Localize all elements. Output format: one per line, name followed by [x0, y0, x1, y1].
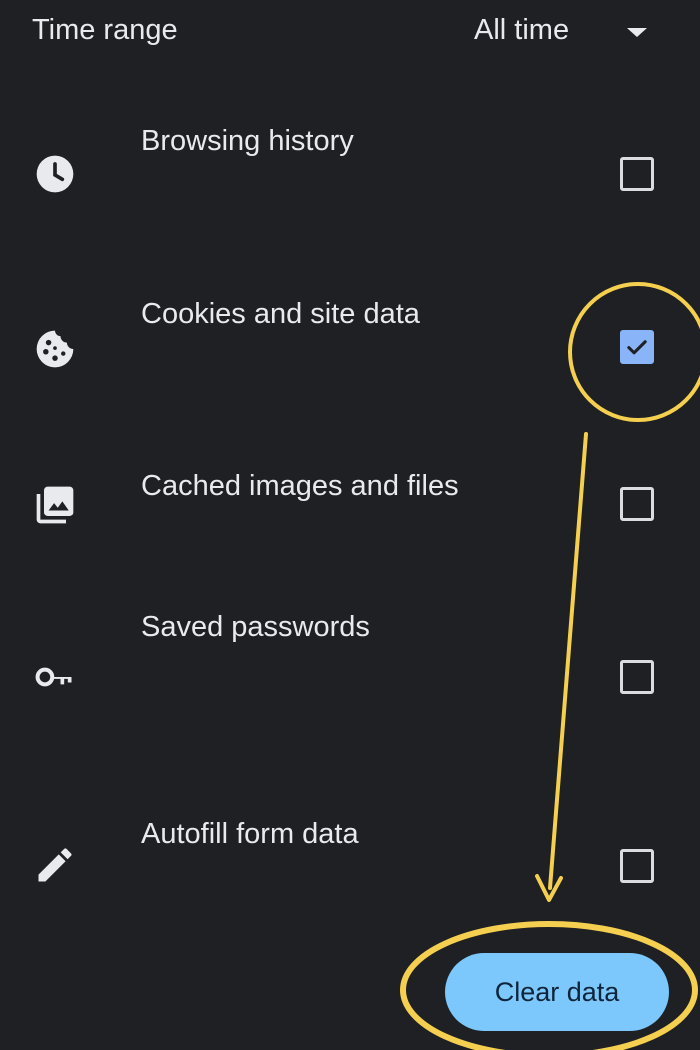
- key-icon: [33, 655, 77, 699]
- item-label: Cached images and files: [141, 470, 459, 502]
- checkbox[interactable]: [620, 660, 654, 694]
- checkbox[interactable]: [620, 487, 654, 521]
- checkbox-checked[interactable]: [620, 330, 654, 364]
- item-cookies-and-site-data[interactable]: Cookies and site data: [0, 290, 700, 420]
- item-browsing-history[interactable]: Browsing history: [0, 115, 700, 245]
- checkbox[interactable]: [620, 157, 654, 191]
- item-label: Browsing history: [141, 125, 354, 157]
- item-saved-passwords[interactable]: Saved passwords: [0, 605, 700, 740]
- clock-icon: [33, 152, 77, 196]
- item-label: Cookies and site data: [141, 298, 420, 330]
- item-label: Saved passwords: [141, 611, 370, 643]
- pencil-icon: [33, 843, 77, 887]
- dropdown-arrow-icon[interactable]: [627, 28, 647, 37]
- checkbox[interactable]: [620, 849, 654, 883]
- item-autofill-form-data[interactable]: Autofill form data: [0, 810, 700, 920]
- cookie-icon: [33, 327, 77, 371]
- time-range-label: Time range: [32, 14, 178, 46]
- image-stack-icon: [33, 483, 77, 527]
- time-range-value[interactable]: All time: [474, 14, 569, 47]
- item-label: Autofill form data: [141, 818, 359, 850]
- item-cached-images-and-files[interactable]: Cached images and files: [0, 465, 700, 575]
- clear-data-button[interactable]: Clear data: [445, 953, 669, 1031]
- time-range-selector[interactable]: Time range All time: [0, 0, 700, 70]
